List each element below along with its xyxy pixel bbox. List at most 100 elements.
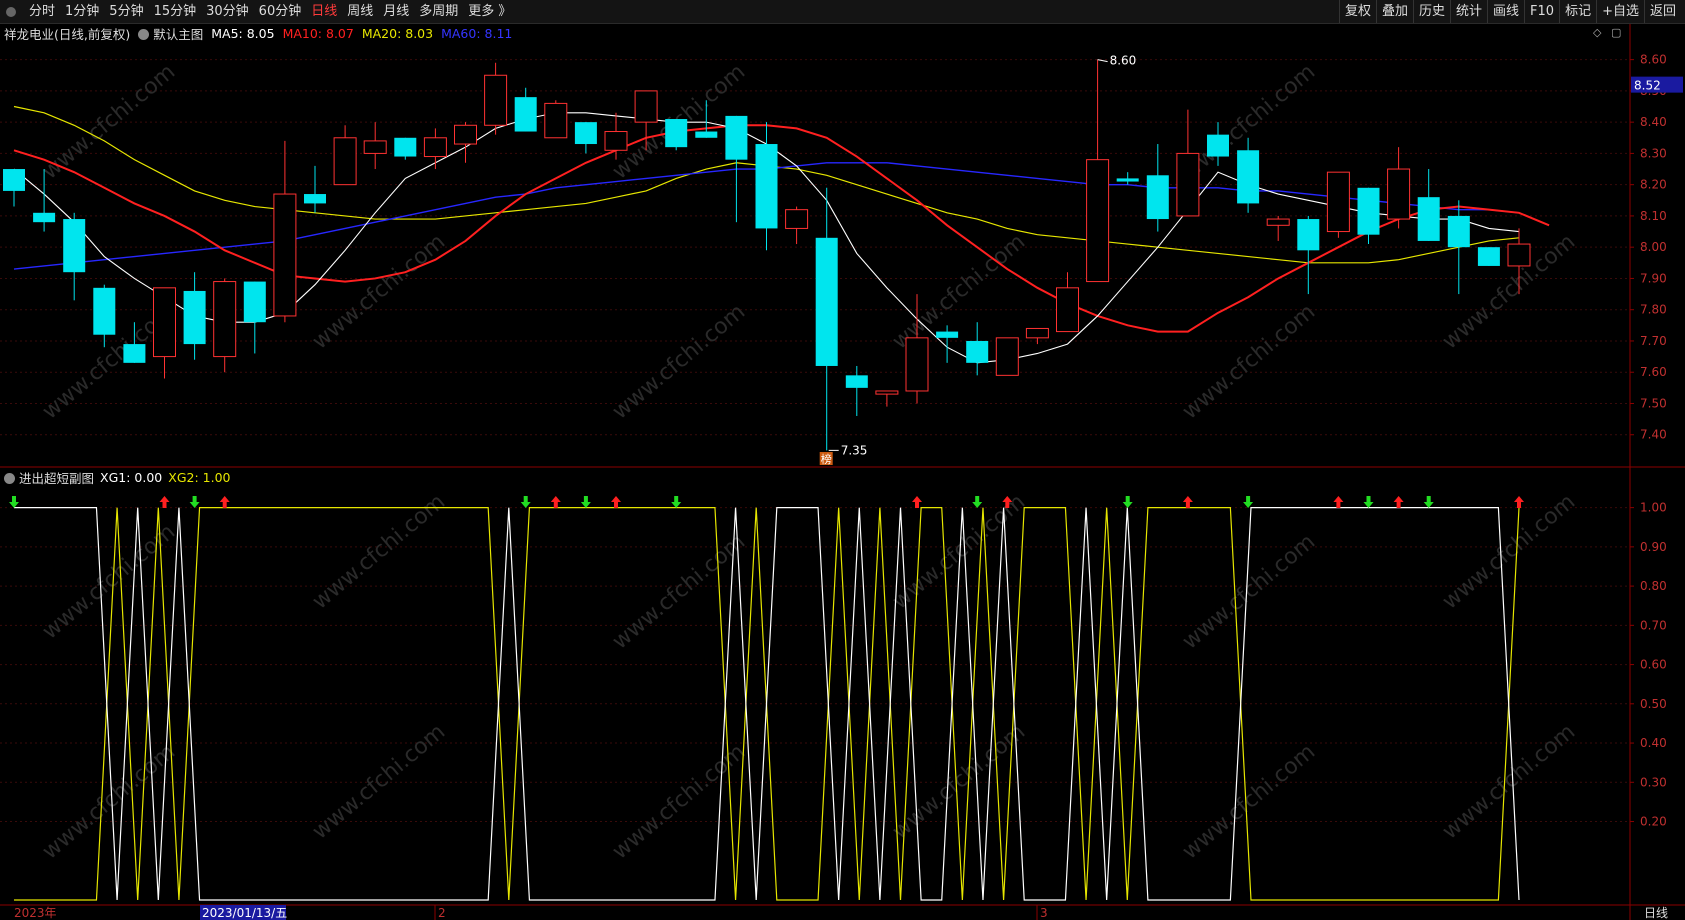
y-tick-label: 7.50	[1640, 396, 1667, 410]
candle-body	[333, 137, 357, 186]
watermark-text: www.cfchi.com	[1178, 739, 1320, 864]
y-tick-label: 8.30	[1640, 146, 1667, 160]
sell-signal-arrow	[9, 496, 19, 508]
candle-body	[454, 124, 477, 145]
y-tick-label: 8.60	[1640, 53, 1667, 67]
sell-signal-arrow	[580, 496, 591, 508]
candle-body	[1326, 171, 1350, 233]
watermark-text: www.cfchi.com	[38, 519, 180, 644]
y-tick-label: 0.30	[1640, 775, 1667, 789]
period-tag: 日线	[1644, 906, 1668, 920]
candle-body	[423, 137, 447, 158]
candle-body	[3, 169, 25, 191]
buy-signal-arrow	[1333, 496, 1344, 508]
candle-body	[1266, 218, 1290, 226]
watermark-text: www.cfchi.com	[888, 489, 1030, 614]
buy-signal-arrow	[159, 496, 170, 508]
candle-body	[1507, 243, 1531, 267]
candle-body	[665, 119, 688, 148]
high-price-label: 8.60	[1110, 54, 1137, 68]
candle-body	[1297, 219, 1320, 251]
watermark-text: www.cfchi.com	[888, 229, 1030, 354]
candle-body	[514, 97, 537, 132]
candle-body	[1146, 175, 1169, 220]
y-tick-label: 7.90	[1640, 271, 1667, 285]
y-tick-label: 8.00	[1640, 240, 1667, 254]
candle-body	[394, 137, 417, 157]
x-month-label: 2	[438, 906, 446, 920]
candle-body	[574, 122, 597, 145]
buy-signal-arrow	[912, 496, 922, 508]
candle-body	[725, 115, 748, 160]
candle-body	[63, 219, 86, 273]
candle-body	[1025, 327, 1049, 339]
sell-signal-arrow	[972, 496, 983, 508]
y-tick-label: 7.70	[1640, 334, 1667, 348]
y-tick-label: 0.90	[1640, 540, 1667, 554]
y-tick-label: 7.40	[1640, 428, 1667, 442]
buy-signal-arrow	[1182, 496, 1193, 508]
low-price-label: 7.35	[841, 443, 868, 457]
candle-body	[604, 131, 628, 151]
sell-signal-arrow	[189, 496, 200, 508]
candle-body	[1207, 134, 1229, 157]
sell-signal-arrow	[671, 496, 682, 508]
x-year-label: 2023年	[14, 906, 57, 920]
kline-chart[interactable]: 8.608.508.408.308.208.108.007.907.807.70…	[0, 0, 1685, 920]
candle-body	[875, 390, 899, 395]
cursor-date-label: 2023/01/13/五	[202, 906, 287, 920]
candle-body	[905, 337, 929, 392]
candle-body	[1056, 287, 1079, 333]
watermark-text: www.cfchi.com	[308, 229, 450, 354]
y-tick-label: 7.60	[1640, 365, 1667, 379]
candle-body	[213, 281, 237, 358]
x-month-label: 3	[1040, 906, 1048, 920]
candle-body	[634, 90, 658, 123]
sell-signal-arrow	[1363, 496, 1374, 508]
candle-body	[1237, 150, 1260, 204]
candle-body	[966, 340, 989, 363]
candle-body	[1086, 159, 1110, 283]
candle-body	[845, 375, 868, 388]
sell-signal-arrow	[1423, 496, 1434, 508]
badge-label: 榜	[821, 452, 832, 466]
candle-body	[1387, 168, 1411, 220]
y-tick-label: 8.10	[1640, 209, 1667, 223]
y-tick-label: 0.40	[1640, 736, 1667, 750]
candle-body	[484, 74, 508, 126]
candle-body	[1447, 215, 1470, 248]
sell-signal-arrow	[1122, 496, 1133, 508]
candle-body	[995, 337, 1019, 376]
candle-body	[153, 287, 176, 358]
y-tick-label: 1.00	[1640, 501, 1667, 515]
candle-body	[1357, 187, 1380, 235]
candle-body	[363, 140, 387, 154]
candle-body	[123, 344, 146, 363]
y-tick-label: 0.80	[1640, 579, 1667, 593]
y-tick-label: 0.60	[1640, 658, 1667, 672]
watermark-text: www.cfchi.com	[1438, 719, 1580, 844]
buy-signal-arrow	[550, 496, 561, 508]
y-tick-label: 0.20	[1640, 815, 1667, 829]
candle-body	[815, 237, 838, 366]
candle-body	[1477, 247, 1500, 266]
y-tick-label: 8.20	[1640, 178, 1667, 192]
candle-body	[243, 281, 266, 323]
candle-body	[1176, 152, 1200, 217]
candle-body	[33, 212, 56, 223]
candle-body	[544, 102, 568, 139]
candle-body	[1417, 197, 1440, 241]
y-tick-label: 0.70	[1640, 618, 1667, 632]
candle-body	[936, 331, 959, 338]
current-price-label: 8.52	[1634, 79, 1661, 93]
watermark-text: www.cfchi.com	[608, 739, 750, 864]
buy-signal-arrow	[1514, 496, 1524, 508]
buy-signal-arrow	[1393, 496, 1404, 508]
watermark-text: www.cfchi.com	[1178, 299, 1320, 424]
candle-body	[93, 287, 116, 335]
candle-body	[273, 193, 297, 317]
candle-body	[755, 144, 778, 229]
candle-body	[304, 194, 326, 204]
y-tick-label: 8.40	[1640, 115, 1667, 129]
buy-signal-arrow	[611, 496, 621, 508]
